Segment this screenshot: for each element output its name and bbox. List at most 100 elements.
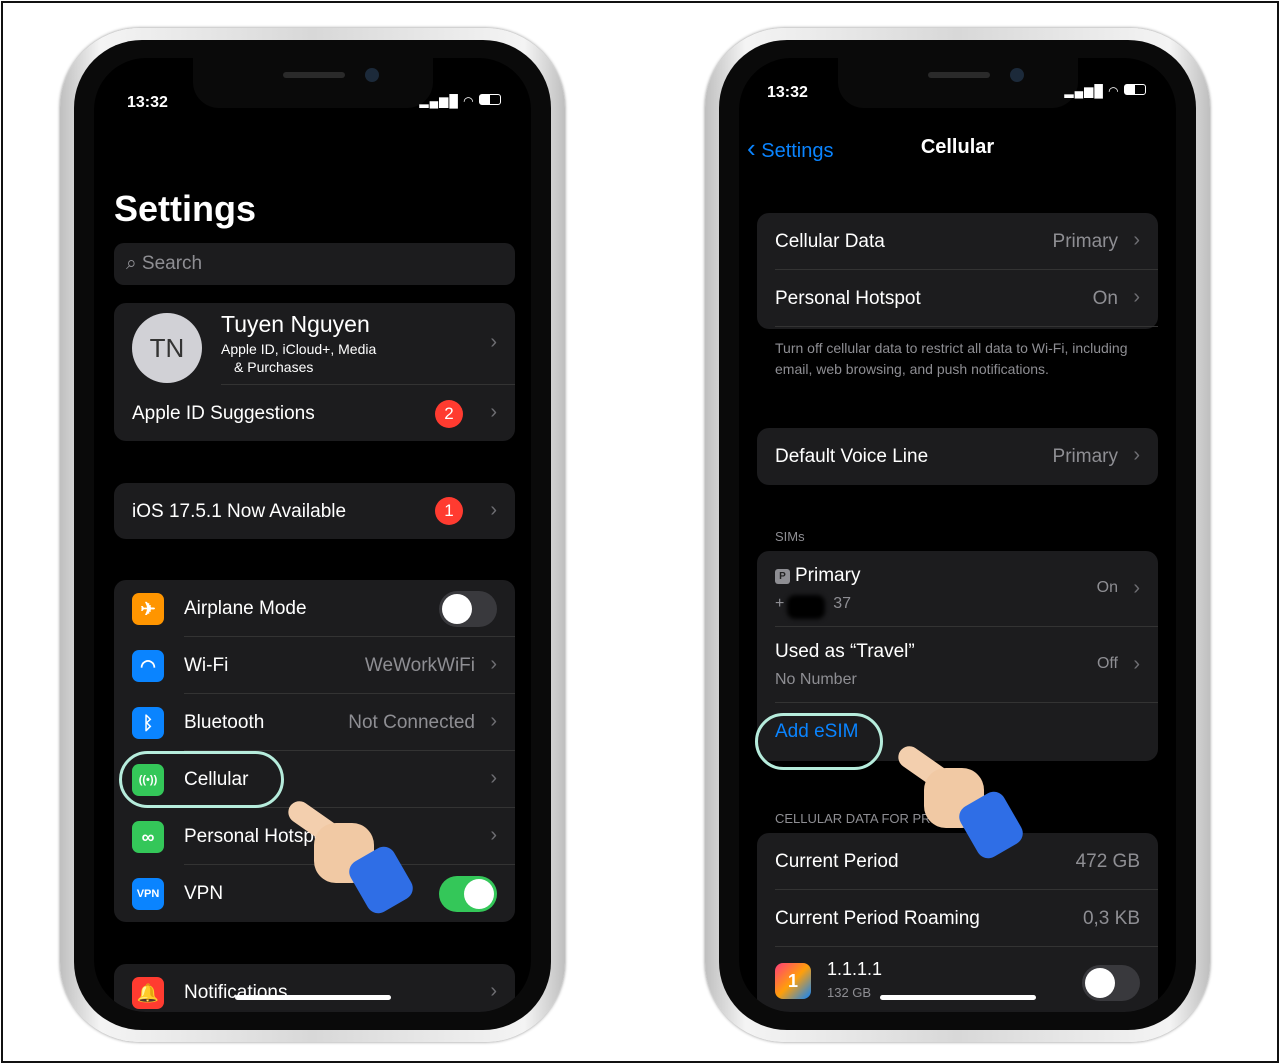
status-time: 13:32 <box>767 84 808 101</box>
item-value: WeWorkWiFi <box>364 655 475 676</box>
chevron-right-icon: › <box>490 499 497 521</box>
search-placeholder: Search <box>141 253 203 274</box>
sim-phone-number: + 37 <box>775 595 852 612</box>
default-voice-line-row[interactable]: Default Voice Line Primary › <box>757 428 1158 485</box>
chevron-right-icon: › <box>490 331 497 353</box>
item-label: Wi-Fi <box>184 655 229 676</box>
signal-icon: ▂▄▆█ <box>1064 84 1104 98</box>
sim-travel-value: Off <box>1096 655 1118 672</box>
status-icons: ▂▄▆█ ◠ <box>1064 84 1146 98</box>
chevron-right-icon: › <box>490 653 497 675</box>
apple-id-suggestions[interactable]: Apple ID Suggestions 2 › <box>114 385 515 442</box>
current-period-row[interactable]: Current Period 472 GB <box>757 833 1158 890</box>
airplane-icon: ✈ <box>132 593 164 625</box>
battery-icon <box>1124 84 1146 95</box>
bluetooth-icon: ᛒ <box>132 707 164 739</box>
bell-icon: 🔔 <box>132 977 164 1009</box>
nav-title: Cellular <box>920 136 995 158</box>
search-input[interactable]: ⌕ Search <box>114 243 515 285</box>
home-indicator <box>234 995 391 1000</box>
settings-item-bluetooth[interactable]: ᛒ Bluetooth Not Connected › <box>114 694 515 751</box>
voice-label: Default Voice Line <box>775 446 929 467</box>
search-icon: ⌕ <box>126 253 137 274</box>
chevron-right-icon: › <box>490 980 497 1002</box>
sim-primary-value: On <box>1096 579 1118 596</box>
ios-update-row[interactable]: iOS 17.5.1 Now Available 1 › <box>114 483 515 540</box>
status-time: 13:32 <box>127 94 168 111</box>
phone-cellular: 13:32 ▂▄▆█ ◠ ‹ Settings Cellular Cellula… <box>705 28 1210 1042</box>
sims-header: SIMs <box>775 529 805 544</box>
settings-item-wi-fi[interactable]: ◠ Wi-Fi WeWorkWiFi › <box>114 637 515 694</box>
sim-travel-number: No Number <box>775 671 857 688</box>
sim-tag-icon: P <box>775 569 790 584</box>
row-value: On <box>1092 288 1118 309</box>
current-period-roaming-row[interactable]: Current Period Roaming 0,3 KB <box>757 890 1158 947</box>
profile-row[interactable]: TN Tuyen Nguyen Apple ID, iCloud+, Media… <box>114 303 515 385</box>
item-value: Not Connected <box>348 712 475 733</box>
app-usage: 132 GB <box>827 985 872 1000</box>
chevron-right-icon: › <box>1133 229 1140 251</box>
phone-settings: 13:32 ▂▄▆█ ◠ Settings ⌕ Search TN Tuyen … <box>60 28 565 1042</box>
profile-name: Tuyen Nguyen <box>221 311 370 337</box>
wifi-icon: ◠ <box>463 94 475 108</box>
chevron-right-icon: › <box>490 710 497 732</box>
wifi-icon: ◠ <box>1108 84 1120 98</box>
chevron-right-icon: › <box>490 401 497 423</box>
page-title: Settings <box>114 188 257 229</box>
row-label: Current Period Roaming <box>775 908 980 929</box>
row-value: 0,3 KB <box>1082 908 1140 929</box>
cellular-data-row[interactable]: Cellular Data Primary › <box>757 213 1158 270</box>
suggestions-badge: 2 <box>435 400 463 428</box>
profile-subtitle-2: & Purchases <box>234 359 314 375</box>
usage-group: 1 1.1.1.1 132 GB Current Period 472 GB Cur… <box>757 833 1158 1012</box>
chevron-right-icon: › <box>1133 653 1140 675</box>
sim-primary-row[interactable]: P Primary + 37 On › <box>757 551 1158 627</box>
app-icon-1111: 1 <box>775 963 811 999</box>
app-name: 1.1.1.1 <box>827 959 883 979</box>
suggestions-label: Apple ID Suggestions <box>132 403 315 424</box>
item-label: Bluetooth <box>184 712 265 733</box>
settings-item-vpn[interactable]: VPN VPN <box>114 865 515 922</box>
sim-travel-label: Used as “Travel” <box>775 641 915 662</box>
settings-item-notifications[interactable]: 🔔 Notifications › <box>114 964 515 1012</box>
link-icon: ∞ <box>132 821 164 853</box>
sim-travel-row[interactable]: Used as “Travel” No Number Off › <box>757 627 1158 703</box>
wifi-icon: ◠ <box>132 650 164 682</box>
item-label: Airplane Mode <box>184 598 307 619</box>
notifications-group: 🔔 Notifications › <box>114 964 515 1012</box>
chevron-right-icon: › <box>1133 286 1140 308</box>
cellular-group: Cellular Data Primary › Personal Hotspot On › <box>757 213 1158 329</box>
row-value: 472 GB <box>1075 851 1140 872</box>
item-toggle[interactable] <box>439 876 497 912</box>
cellular-highlight <box>119 751 284 808</box>
vpn-icon: VPN <box>132 878 164 910</box>
item-label: VPN <box>184 883 224 904</box>
row-value: Primary <box>1052 231 1118 252</box>
chevron-right-icon: › <box>1133 577 1140 599</box>
app-cellular-toggle[interactable] <box>1082 965 1140 1001</box>
chevron-right-icon: › <box>490 767 497 789</box>
camera-icon <box>364 68 379 82</box>
camera-icon <box>1009 68 1024 82</box>
cellular-screen: 13:32 ▂▄▆█ ◠ ‹ Settings Cellular Cellula… <box>739 58 1176 1012</box>
cellular-footer: Turn off cellular data to restrict all d… <box>775 340 1128 377</box>
update-group: iOS 17.5.1 Now Available 1 › <box>114 483 515 539</box>
item-toggle[interactable] <box>439 591 497 627</box>
settings-item-airplane-mode[interactable]: ✈ Airplane Mode <box>114 580 515 637</box>
chevron-right-icon: › <box>1133 444 1140 466</box>
update-label: iOS 17.5.1 Now Available <box>132 501 347 522</box>
home-indicator <box>879 995 1036 1000</box>
battery-icon <box>479 94 501 105</box>
profile-subtitle: Apple ID, iCloud+, Media <box>221 341 377 357</box>
signal-icon: ▂▄▆█ <box>419 94 459 108</box>
status-icons: ▂▄▆█ ◠ <box>419 94 501 108</box>
settings-screen: 13:32 ▂▄▆█ ◠ Settings ⌕ Search TN Tuyen … <box>94 58 531 1012</box>
personal-hotspot-row[interactable]: Personal Hotspot On › <box>757 270 1158 327</box>
row-label: Cellular Data <box>775 231 885 252</box>
row-label: Personal Hotspot <box>775 288 921 309</box>
profile-group: TN Tuyen Nguyen Apple ID, iCloud+, Media… <box>114 303 515 441</box>
chevron-right-icon: › <box>490 824 497 846</box>
sim-primary-label: Primary <box>795 565 861 586</box>
notifications-label: Notifications <box>184 982 288 1003</box>
voice-value: Primary <box>1052 446 1118 467</box>
